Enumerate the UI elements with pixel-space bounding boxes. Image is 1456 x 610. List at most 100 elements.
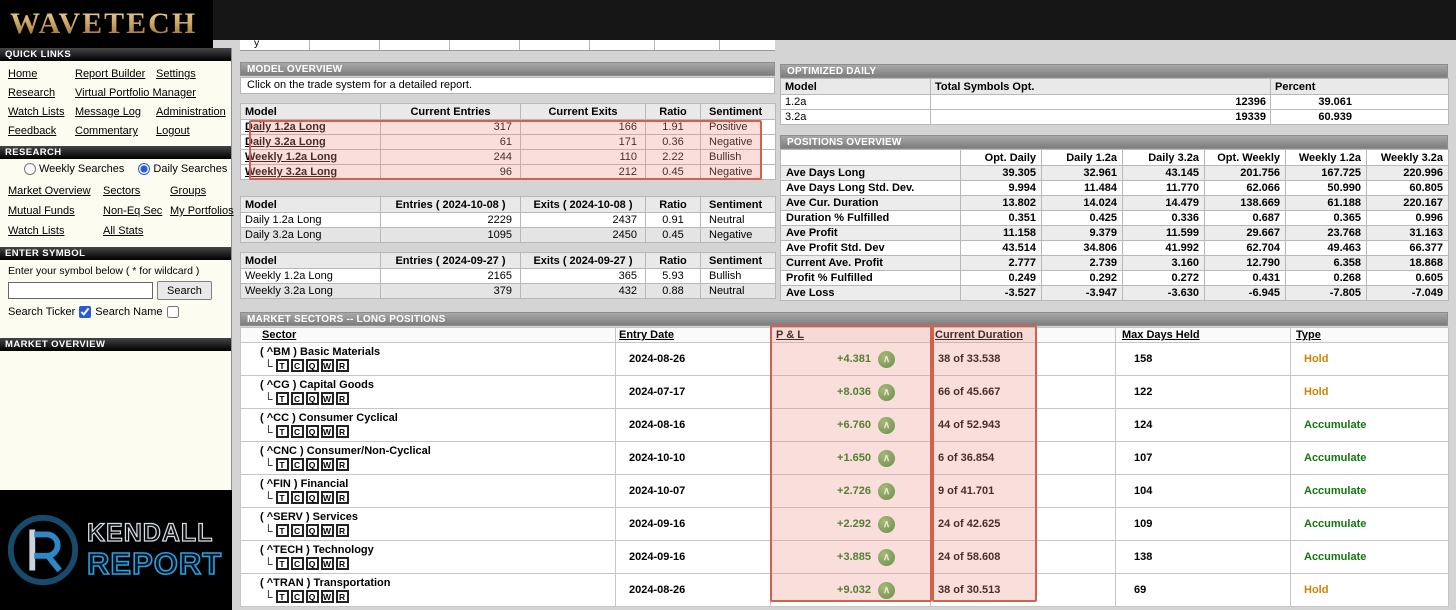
model-link[interactable]: Daily 3.2a Long bbox=[245, 136, 326, 148]
search-ticker-checkbox[interactable] bbox=[79, 306, 91, 318]
daily-searches-option[interactable]: Daily Searches bbox=[138, 163, 227, 175]
research-link-non-eq-sec[interactable]: Non-Eq Sec bbox=[103, 205, 167, 217]
stat-label: Ave Days Long bbox=[781, 166, 961, 181]
tool-button-trade[interactable]: T bbox=[276, 458, 289, 471]
weekly-searches-option[interactable]: Weekly Searches bbox=[24, 163, 124, 175]
tool-button-trade[interactable]: T bbox=[276, 524, 289, 537]
research-link-mutual-funds[interactable]: Mutual Funds bbox=[8, 205, 100, 217]
tool-button-report[interactable]: R bbox=[336, 425, 349, 438]
search-name-checkbox[interactable] bbox=[167, 306, 179, 318]
research-link-groups[interactable]: Groups bbox=[170, 185, 234, 197]
model-link[interactable]: Weekly 3.2a Long bbox=[245, 166, 337, 178]
tool-button-watch[interactable]: W bbox=[321, 359, 334, 372]
tool-button-quote[interactable]: Q bbox=[306, 392, 319, 405]
symbol-input[interactable] bbox=[8, 282, 153, 299]
tool-button-chart[interactable]: C bbox=[291, 359, 304, 372]
tool-button-quote[interactable]: Q bbox=[306, 590, 319, 603]
weekly-searches-radio[interactable] bbox=[24, 163, 36, 175]
research-link-watch-lists[interactable]: Watch Lists bbox=[8, 225, 100, 237]
model-link[interactable]: Weekly 1.2a Long bbox=[245, 151, 337, 163]
sidebar-link-watch-lists[interactable]: Watch Lists bbox=[8, 106, 72, 118]
tool-button-quote[interactable]: Q bbox=[306, 524, 319, 537]
tool-button-chart[interactable]: C bbox=[291, 491, 304, 504]
up-arrow-icon: ∧ bbox=[878, 384, 895, 401]
research-link-my-portfolios[interactable]: My Portfolios bbox=[170, 205, 234, 217]
sidebar-link-report-builder[interactable]: Report Builder bbox=[75, 68, 153, 80]
sidebar-link-feedback[interactable]: Feedback bbox=[8, 125, 72, 137]
model-link[interactable]: Daily 1.2a Long bbox=[245, 121, 326, 133]
sector-name[interactable]: ( ^CG ) Capital Goods bbox=[242, 379, 614, 391]
sidebar-link-virtual-portfolio-manager[interactable]: Virtual Portfolio Manager bbox=[75, 87, 227, 99]
tool-button-quote[interactable]: Q bbox=[306, 359, 319, 372]
pl-value: +8.036 bbox=[837, 386, 871, 398]
tool-button-report[interactable]: R bbox=[336, 392, 349, 405]
sidebar-link-message-log[interactable]: Message Log bbox=[75, 106, 153, 118]
tool-button-chart[interactable]: C bbox=[291, 425, 304, 438]
tool-button-report[interactable]: R bbox=[336, 491, 349, 504]
tool-button-watch[interactable]: W bbox=[321, 557, 334, 570]
col-header-type[interactable]: Type bbox=[1291, 328, 1449, 343]
sector-name[interactable]: ( ^FIN ) Financial bbox=[242, 478, 614, 490]
sidebar-link-settings[interactable]: Settings bbox=[156, 68, 227, 80]
tool-button-chart[interactable]: C bbox=[291, 392, 304, 405]
daily-searches-radio[interactable] bbox=[138, 163, 150, 175]
col-header-max-days-held[interactable]: Max Days Held bbox=[1116, 328, 1291, 343]
up-arrow-icon: ∧ bbox=[878, 582, 895, 599]
col-header-entry-date[interactable]: Entry Date bbox=[616, 328, 771, 343]
tool-button-trade[interactable]: T bbox=[276, 359, 289, 372]
sector-name[interactable]: ( ^BM ) Basic Materials bbox=[242, 346, 614, 358]
tool-button-watch[interactable]: W bbox=[321, 590, 334, 603]
tool-button-quote[interactable]: Q bbox=[306, 458, 319, 471]
tool-button-trade[interactable]: T bbox=[276, 392, 289, 405]
sector-name[interactable]: ( ^TRAN ) Transportation bbox=[242, 577, 614, 589]
tool-button-trade[interactable]: T bbox=[276, 425, 289, 438]
col-header-pl[interactable]: P & L bbox=[771, 328, 931, 343]
tool-button-chart[interactable]: C bbox=[291, 557, 304, 570]
sidebar-link-commentary[interactable]: Commentary bbox=[75, 125, 153, 137]
tool-button-trade[interactable]: T bbox=[276, 491, 289, 504]
search-button[interactable]: Search bbox=[157, 281, 212, 300]
tool-button-quote[interactable]: Q bbox=[306, 557, 319, 570]
max-days-held-value: 158 bbox=[1116, 343, 1291, 376]
tool-button-chart[interactable]: C bbox=[291, 590, 304, 603]
sidebar-link-research[interactable]: Research bbox=[8, 87, 72, 99]
sentiment-value: Bullish bbox=[701, 150, 776, 165]
current-duration-value: 38 of 30.513 bbox=[931, 574, 1116, 607]
tool-button-trade[interactable]: T bbox=[276, 557, 289, 570]
col-header-sector[interactable]: Sector bbox=[241, 328, 616, 343]
col-header-current-duration[interactable]: Current Duration bbox=[931, 328, 1116, 343]
sidebar-link-home[interactable]: Home bbox=[8, 68, 72, 80]
sidebar-link-logout[interactable]: Logout bbox=[156, 125, 227, 137]
tool-button-watch[interactable]: W bbox=[321, 491, 334, 504]
tool-button-quote[interactable]: Q bbox=[306, 425, 319, 438]
stat-value: 0.351 bbox=[961, 211, 1042, 226]
tool-button-quote[interactable]: Q bbox=[306, 491, 319, 504]
tool-button-chart[interactable]: C bbox=[291, 524, 304, 537]
tool-button-watch[interactable]: W bbox=[321, 524, 334, 537]
quick-links-header: QUICK LINKS bbox=[0, 48, 231, 61]
sector-name[interactable]: ( ^SERV ) Services bbox=[242, 511, 614, 523]
stat-value: 0.687 bbox=[1205, 211, 1286, 226]
tool-button-report[interactable]: R bbox=[336, 524, 349, 537]
sidebar-link-administration[interactable]: Administration bbox=[156, 106, 227, 118]
research-link-all-stats[interactable]: All Stats bbox=[103, 225, 167, 237]
tool-button-chart[interactable]: C bbox=[291, 458, 304, 471]
model-name: Weekly 3.2a Long bbox=[241, 284, 381, 299]
research-link-sectors[interactable]: Sectors bbox=[103, 185, 167, 197]
tool-button-watch[interactable]: W bbox=[321, 458, 334, 471]
sector-name[interactable]: ( ^TECH ) Technology bbox=[242, 544, 614, 556]
col-header-opt-daily: Opt. Daily bbox=[961, 150, 1042, 166]
tool-button-watch[interactable]: W bbox=[321, 425, 334, 438]
sector-name[interactable]: ( ^CNC ) Consumer/Non-Cyclical bbox=[242, 445, 614, 457]
pl-cell: +2.726 ∧ bbox=[772, 483, 929, 500]
tool-button-trade[interactable]: T bbox=[276, 590, 289, 603]
tool-button-report[interactable]: R bbox=[336, 458, 349, 471]
sector-name[interactable]: ( ^CC ) Consumer Cyclical bbox=[242, 412, 614, 424]
stat-value: 14.024 bbox=[1042, 196, 1123, 211]
tool-button-report[interactable]: R bbox=[336, 557, 349, 570]
tool-button-report[interactable]: R bbox=[336, 359, 349, 372]
research-link-market-overview[interactable]: Market Overview bbox=[8, 185, 100, 197]
type-value: Hold bbox=[1304, 584, 1328, 596]
tool-button-report[interactable]: R bbox=[336, 590, 349, 603]
tool-button-watch[interactable]: W bbox=[321, 392, 334, 405]
